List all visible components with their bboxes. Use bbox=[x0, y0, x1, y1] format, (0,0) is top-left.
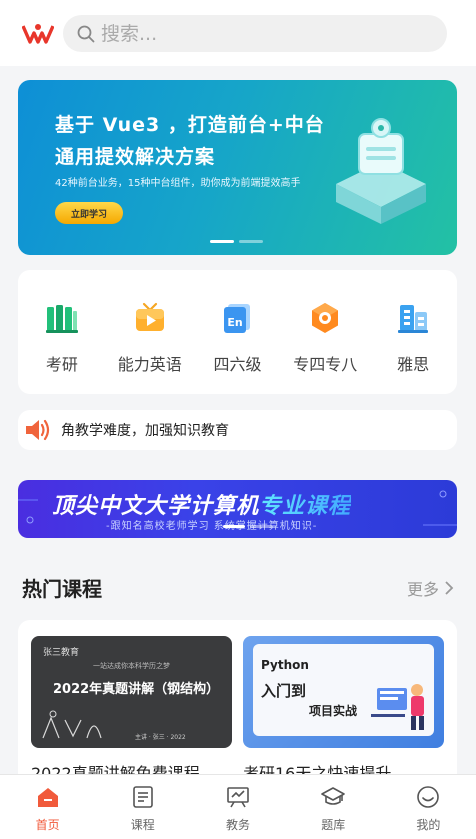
tab-home[interactable]: 首页 bbox=[0, 775, 95, 839]
category-grid: 考研 能力英语 En 四六级 专四专八 雅思 bbox=[18, 270, 457, 394]
thumb-heading: 2022年真题讲解（钢结构） bbox=[53, 682, 220, 697]
more-label: 更多 bbox=[407, 580, 440, 599]
chevron-right-icon bbox=[445, 581, 454, 595]
w-logo-icon[interactable] bbox=[22, 22, 54, 44]
cs-course-banner[interactable]: 顶尖中文大学计算机专业课程 -跟知名高校老师学习 系统掌握计算机知识- bbox=[18, 480, 457, 538]
course-card[interactable]: Python 入门到 项目实战 考研16天之快速提升 bbox=[243, 636, 444, 784]
category-label: 四六级 bbox=[213, 355, 262, 374]
chalk-doodle-icon bbox=[42, 710, 102, 739]
tv-play-icon bbox=[135, 302, 164, 331]
server-illustration-icon bbox=[336, 118, 426, 224]
tab-academic[interactable]: 教务 bbox=[190, 775, 285, 839]
banner-pagination bbox=[210, 240, 263, 243]
pagination-dot[interactable] bbox=[250, 525, 272, 528]
category-label: 能力英语 bbox=[117, 355, 182, 374]
promo-banner[interactable]: 基于 Vue3 ，打造前台+中台 通用提效解决方案 42种前台业务，15种中台组… bbox=[18, 80, 457, 255]
category-ielts[interactable]: 雅思 bbox=[369, 270, 457, 394]
banner2-title-main: 顶尖中文大学计算机 bbox=[52, 494, 260, 519]
graduation-cap-icon bbox=[321, 787, 346, 805]
thumb-panel: Python 入门到 项目实战 bbox=[253, 644, 434, 736]
thumb-line1: Python bbox=[261, 658, 309, 672]
tab-label: 课程 bbox=[130, 818, 155, 832]
course-icon bbox=[132, 786, 153, 808]
thumb-meta: 主讲 · 张三 · 2022 bbox=[135, 734, 186, 741]
app-header bbox=[0, 0, 476, 66]
banner2-title-highlight: 专业课程 bbox=[259, 494, 352, 519]
speaker-icon bbox=[26, 419, 50, 441]
notice-text: 角教学难度，加强知识教育 bbox=[61, 423, 229, 439]
banner-title-line2: 通用提效解决方案 bbox=[55, 146, 216, 168]
category-kaoyan[interactable]: 考研 bbox=[18, 270, 106, 394]
thumb-line3: 项目实战 bbox=[309, 704, 358, 718]
home-icon bbox=[37, 788, 58, 807]
course-thumbnail[interactable]: 张三教育 一站达成你本科学历之梦 2022年真题讲解（钢结构） 主讲 · 张三 … bbox=[31, 636, 232, 748]
more-link[interactable]: 更多 bbox=[407, 576, 455, 600]
smile-icon bbox=[417, 786, 440, 808]
banner-subtitle: 42种前台业务，15种中台组件，助你成为前端提效高手 bbox=[55, 178, 301, 189]
en-book-icon: En bbox=[224, 304, 251, 333]
thumb-brand: 张三教育 bbox=[43, 648, 80, 658]
tab-profile[interactable]: 我的 bbox=[381, 775, 476, 839]
course-list: 张三教育 一站达成你本科学历之梦 2022年真题讲解（钢结构） 主讲 · 张三 … bbox=[18, 620, 457, 783]
category-label: 考研 bbox=[45, 355, 78, 374]
thumb-line2: 入门到 bbox=[261, 682, 307, 700]
pagination-dot-active[interactable] bbox=[223, 525, 245, 528]
category-tem[interactable]: 专四专八 bbox=[281, 270, 369, 394]
course-card[interactable]: 张三教育 一站达成你本科学历之梦 2022年真题讲解（钢结构） 主讲 · 张三 … bbox=[31, 636, 232, 784]
search-input[interactable] bbox=[101, 22, 401, 45]
banner2-subtitle: -跟知名高校老师学习 系统掌握计算机知识- bbox=[106, 521, 318, 532]
tab-label: 题库 bbox=[321, 818, 346, 832]
pagination-dot-active[interactable] bbox=[210, 240, 234, 243]
pagination-dot[interactable] bbox=[239, 240, 263, 243]
tab-label: 教务 bbox=[226, 818, 251, 832]
banner2-pagination bbox=[223, 525, 272, 528]
tab-label: 首页 bbox=[35, 818, 60, 832]
thumb-tagline: 一站达成你本科学历之梦 bbox=[93, 662, 170, 670]
course-thumbnail[interactable]: Python 入门到 项目实战 bbox=[243, 636, 444, 748]
buildings-icon bbox=[398, 305, 429, 333]
hexagon-icon bbox=[312, 303, 339, 333]
svg-text:En: En bbox=[228, 316, 243, 329]
tab-label: 我的 bbox=[416, 818, 441, 832]
category-label: 专四专八 bbox=[293, 355, 358, 374]
tab-courses[interactable]: 课程 bbox=[95, 775, 190, 839]
banner-title-line1: 基于 Vue3 ，打造前台+中台 bbox=[55, 114, 325, 136]
search-bar[interactable] bbox=[63, 15, 447, 52]
board-icon bbox=[227, 787, 249, 808]
learn-now-button[interactable]: 立即学习 bbox=[55, 202, 123, 224]
banner2-title: 顶尖中文大学计算机专业课程 bbox=[52, 488, 351, 520]
category-english[interactable]: 能力英语 bbox=[106, 270, 194, 394]
person-at-screen-icon bbox=[371, 684, 424, 730]
bottom-tab-bar: 首页 课程 教务 题库 我的 bbox=[0, 774, 476, 839]
books-icon bbox=[45, 305, 78, 333]
notice-bar[interactable]: 角教学难度，加强知识教育 bbox=[18, 410, 457, 450]
search-icon bbox=[77, 25, 95, 42]
category-label: 雅思 bbox=[397, 355, 430, 374]
section-title: 热门课程 bbox=[22, 577, 102, 601]
category-cet[interactable]: En 四六级 bbox=[194, 270, 282, 394]
tab-question-bank[interactable]: 题库 bbox=[286, 775, 381, 839]
